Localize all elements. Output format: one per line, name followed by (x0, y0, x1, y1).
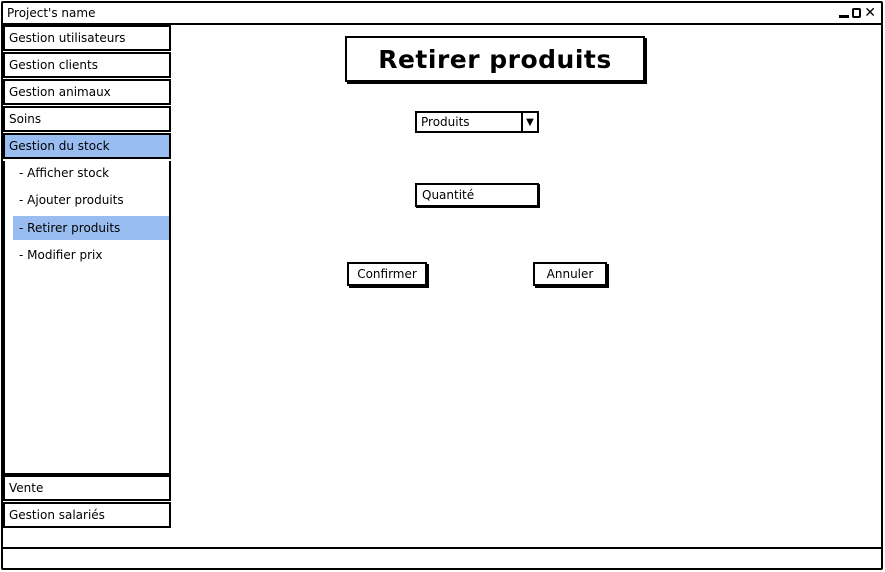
sidebar-item-gestion-du-stock[interactable]: Gestion du stock (3, 133, 171, 159)
submenu-item-retirer-produits[interactable]: - Retirer produits (13, 216, 169, 240)
submenu-item-ajouter-produits[interactable]: - Ajouter produits (13, 188, 169, 212)
window-title: Project's name (7, 6, 96, 20)
page-title: Retirer produits (345, 36, 645, 82)
sidebar-item-label: Gestion animaux (9, 85, 111, 99)
maximize-icon[interactable] (852, 8, 862, 18)
sidebar-item-gestion-animaux[interactable]: Gestion animaux (3, 79, 171, 105)
sidebar-item-label: Gestion utilisateurs (9, 31, 126, 45)
quantity-field[interactable]: Quantité (415, 183, 539, 207)
sidebar-item-label: Soins (9, 112, 42, 126)
product-select-value: Produits (421, 115, 470, 129)
submenu-item-label: - Afficher stock (19, 166, 110, 180)
sidebar-item-gestion-clients[interactable]: Gestion clients (3, 52, 171, 78)
sidebar-item-label: Gestion du stock (9, 139, 110, 153)
close-icon[interactable]: ✕ (864, 6, 876, 20)
sidebar: Gestion utilisateurs Gestion clients Ges… (3, 25, 171, 531)
sidebar-item-label: Vente (9, 481, 44, 495)
submenu-item-afficher-stock[interactable]: - Afficher stock (13, 161, 169, 185)
sidebar-item-label: Gestion clients (9, 58, 98, 72)
title-bar: Project's name ✕ (3, 3, 881, 25)
sidebar-item-gestion-utilisateurs[interactable]: Gestion utilisateurs (3, 25, 171, 51)
sidebar-item-soins[interactable]: Soins (3, 106, 171, 132)
cancel-button[interactable]: Annuler (533, 262, 607, 286)
chevron-down-icon[interactable]: ▼ (521, 113, 537, 131)
sidebar-item-gestion-salaries[interactable]: Gestion salariés (3, 502, 171, 528)
sidebar-item-vente[interactable]: Vente (3, 475, 171, 501)
submenu-item-label: - Ajouter produits (19, 193, 124, 207)
submenu-item-modifier-prix[interactable]: - Modifier prix (13, 243, 169, 267)
app-window: Project's name ✕ Gestion utilisateurs Ge… (1, 1, 883, 570)
confirm-button[interactable]: Confirmer (347, 262, 427, 286)
minimize-icon[interactable] (839, 15, 850, 18)
submenu-item-label: - Retirer produits (19, 221, 121, 235)
status-bar-divider (3, 547, 881, 549)
sidebar-item-label: Gestion salariés (9, 508, 105, 522)
stock-submenu: - Afficher stock - Ajouter produits - Re… (3, 161, 171, 475)
quantity-placeholder: Quantité (422, 188, 475, 202)
product-select[interactable]: Produits ▼ (415, 111, 539, 133)
submenu-item-label: - Modifier prix (19, 248, 103, 262)
window-controls: ✕ (839, 6, 881, 20)
